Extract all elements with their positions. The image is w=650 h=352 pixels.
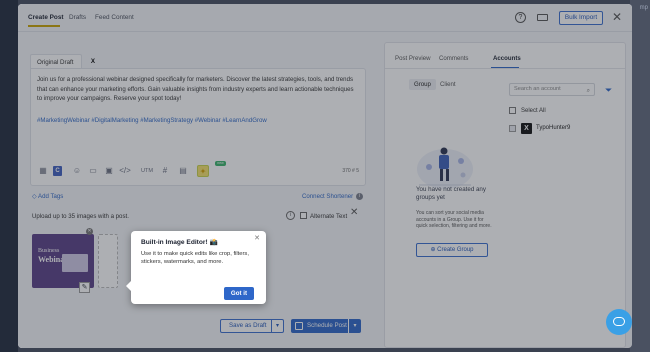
image-editor-tooltip: Built-in Image Editor! 📸 ✕ Use it to mak… xyxy=(126,231,266,304)
background-top-right-text: mp xyxy=(639,5,648,11)
close-icon[interactable]: ✕ xyxy=(254,234,260,242)
onboarding-overlay xyxy=(18,4,632,348)
background-right-edge xyxy=(630,0,650,352)
background-sidebar xyxy=(0,0,18,352)
tooltip-arrow xyxy=(126,281,131,291)
tooltip-title: Built-in Image Editor! 📸 xyxy=(141,239,218,246)
tooltip-body: Use it to make quick edits like crop, fi… xyxy=(141,251,249,265)
create-post-modal: Create Post Drafts Feed Content ? Bulk I… xyxy=(18,4,632,348)
chat-support-icon[interactable] xyxy=(606,309,632,335)
got-it-button[interactable]: Got it xyxy=(224,287,254,300)
